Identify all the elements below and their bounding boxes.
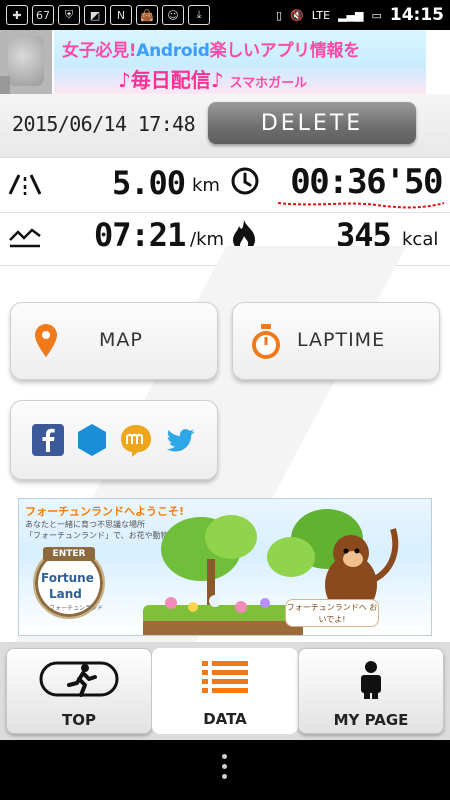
- facebook-icon[interactable]: [30, 422, 66, 458]
- ad-android: Android: [136, 41, 210, 61]
- fortune-name-sub: フォーチュンランド: [49, 605, 104, 612]
- person-icon: [361, 661, 381, 699]
- delete-button[interactable]: DELETE: [208, 102, 416, 144]
- status-bar-right: ▯ 🔇 LTE ▂▄▆ ▭ 14:15: [276, 5, 444, 25]
- notification-count-icon: 67: [32, 5, 54, 25]
- fortune-name-line1: Fortune: [41, 571, 94, 585]
- distance-value: 5.00: [112, 164, 186, 202]
- tab-mypage[interactable]: MY PAGE: [298, 648, 444, 734]
- record-header: 2015/06/14 17:48 DELETE: [0, 94, 450, 158]
- bottom-navigation: TOP DATA MY PAGE: [0, 642, 450, 740]
- app-icon: ◩: [84, 5, 106, 25]
- duration-value: 00:36'50: [290, 162, 443, 202]
- pace-value: 07:21: [94, 216, 186, 254]
- pace-unit: /km: [190, 229, 225, 250]
- ad-daily: ♪毎日配信♪: [118, 68, 224, 92]
- calories-unit: kcal: [402, 229, 439, 250]
- map-button[interactable]: MAP: [10, 302, 218, 380]
- mute-icon: 🔇: [290, 8, 304, 22]
- signal-icon: ▂▄▆: [338, 8, 364, 22]
- annotation-underline: [277, 202, 445, 209]
- stats-row-distance-time: 5.00 km 00:36'50: [0, 158, 450, 212]
- tab-top[interactable]: TOP: [6, 648, 152, 734]
- tab-data[interactable]: DATA: [152, 648, 298, 734]
- app-root: ✚ 67 ⛨ ◩ N 👜 ☺ ⤓ ▯ 🔇 LTE ▂▄▆ ▭ 14:15 女子必…: [0, 0, 450, 800]
- distance-unit: km: [192, 175, 220, 196]
- status-time: 14:15: [389, 5, 444, 25]
- tab-top-label: TOP: [62, 711, 96, 729]
- road-icon: [8, 174, 42, 195]
- status-bar: ✚ 67 ⛨ ◩ N 👜 ☺ ⤓ ▯ 🔇 LTE ▂▄▆ ▭ 14:15: [0, 0, 450, 30]
- nikkei-icon: N: [110, 5, 132, 25]
- ad-brand: スマホガール: [229, 76, 308, 91]
- twitter-icon[interactable]: [162, 422, 198, 458]
- battery-icon: ▭: [371, 8, 382, 22]
- ad-prefix: 女子必見!: [62, 41, 137, 61]
- fortune-land-banner[interactable]: フォーチュンランドへようこそ! あなたと一緒に育つ不思議な場所 「フォーチュンラ…: [18, 498, 432, 636]
- overflow-menu-icon[interactable]: [222, 754, 228, 784]
- robot-icon: ☺: [162, 5, 184, 25]
- vibrate-icon: ▯: [276, 8, 283, 22]
- map-button-label: MAP: [99, 329, 143, 351]
- tab-mypage-label: MY PAGE: [333, 711, 409, 729]
- hexagon-icon[interactable]: [74, 422, 110, 458]
- tab-data-label: DATA: [203, 710, 247, 728]
- ad-content[interactable]: 女子必見!Android楽しいアプリ情報を ♪毎日配信♪ スマホガール: [52, 30, 426, 94]
- laptime-button[interactable]: LAPTIME: [232, 302, 440, 380]
- laptime-button-label: LAPTIME: [297, 329, 386, 351]
- ad-banner[interactable]: 女子必見!Android楽しいアプリ情報を ♪毎日配信♪ スマホガール: [0, 30, 450, 94]
- system-navigation-bar: [0, 740, 450, 800]
- fortune-enter-label[interactable]: ENTER: [43, 547, 95, 561]
- stopwatch-icon: [252, 324, 280, 359]
- ad-line1: 女子必見!Android楽しいアプリ情報を: [62, 36, 418, 61]
- ad-line2: ♪毎日配信♪ スマホガール: [118, 64, 307, 93]
- list-icon: [202, 661, 248, 693]
- pace-graph-icon: [9, 228, 41, 248]
- content-area: MAP LAPTIME フォーチュンランドへようこそ! あなたと一緒に育つ不思議…: [0, 266, 450, 642]
- clock-icon: [231, 167, 259, 195]
- download-icon: ⤓: [188, 5, 210, 25]
- record-datetime: 2015/06/14 17:48: [12, 112, 196, 136]
- lte-label: LTE: [311, 8, 331, 22]
- shield-icon: ⛨: [58, 5, 80, 25]
- mixi-icon[interactable]: [118, 422, 154, 458]
- fortune-scene-illustration: [143, 509, 399, 635]
- ad-info-icon[interactable]: [0, 76, 10, 94]
- shopping-bag-icon: 👜: [136, 5, 158, 25]
- share-buttons: [10, 400, 218, 480]
- fortune-name-line2: Land: [49, 587, 82, 601]
- map-pin-icon: [35, 324, 57, 357]
- status-bar-icons: ✚ 67 ⛨ ◩ N 👜 ☺ ⤓: [6, 5, 210, 25]
- runner-icon: [39, 661, 119, 697]
- add-icon: ✚: [6, 5, 28, 25]
- fortune-speech-bubble: フォーチュンランドへ おいでよ!: [285, 599, 379, 627]
- ad-rest: 楽しいアプリ情報を: [209, 41, 361, 61]
